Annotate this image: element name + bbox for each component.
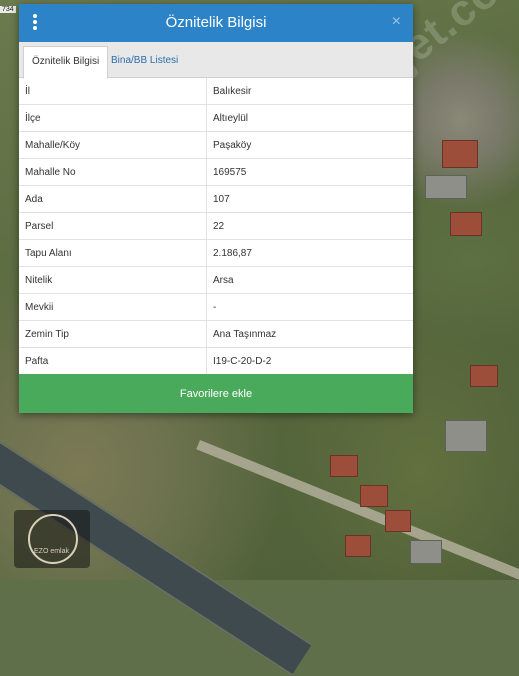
attribute-value: - — [206, 293, 413, 321]
attribute-key: Mahalle/Köy — [19, 131, 207, 159]
tab-attribute-info[interactable]: Öznitelik Bilgisi — [23, 46, 109, 79]
company-logo: EZO emlak — [14, 510, 90, 568]
map-building — [330, 455, 358, 477]
attribute-key: Zemin Tip — [19, 320, 207, 348]
table-row: Parsel 22 — [19, 212, 413, 240]
dialog-title: Öznitelik Bilgisi — [165, 14, 267, 31]
map-scale-label: 734 — [0, 6, 16, 13]
map-building — [385, 510, 411, 532]
attribute-key: İlçe — [19, 104, 207, 132]
table-row: İlçe Altıeylül — [19, 104, 413, 132]
attribute-key: Parsel — [19, 212, 207, 240]
table-row: Ada 107 — [19, 185, 413, 213]
attribute-key: Tapu Alanı — [19, 239, 207, 267]
attribute-value: Paşaköy — [206, 131, 413, 159]
attribute-value: 107 — [206, 185, 413, 213]
attribute-key: Mahalle No — [19, 158, 207, 186]
table-row: Mahalle No 169575 — [19, 158, 413, 186]
attribute-value: I19-C-20-D-2 — [206, 347, 413, 375]
map-building — [445, 420, 487, 452]
attribute-key: İl — [19, 78, 207, 105]
table-row: Tapu Alanı 2.186,87 — [19, 239, 413, 267]
table-row: İl Balıkesir — [19, 78, 413, 105]
map-building — [345, 535, 371, 557]
attribute-value: Arsa — [206, 266, 413, 294]
dialog-header: Öznitelik Bilgisi × — [19, 4, 413, 42]
map-building — [410, 540, 442, 564]
table-row: Mevkii - — [19, 293, 413, 321]
map-building — [470, 365, 498, 387]
table-row: Zemin Tip Ana Taşınmaz — [19, 320, 413, 348]
attribute-value: 2.186,87 — [206, 239, 413, 267]
table-row: Mahalle/Köy Paşaköy — [19, 131, 413, 159]
table-row: Nitelik Arsa — [19, 266, 413, 294]
dialog-tabs: Öznitelik Bilgisi Bina/BB Listesi — [19, 42, 413, 79]
map-building — [425, 175, 467, 199]
table-row: Pafta I19-C-20-D-2 — [19, 347, 413, 375]
close-icon[interactable]: × — [392, 13, 401, 31]
add-to-favorites-button[interactable]: Favorilere ekle — [19, 374, 413, 413]
map-building — [450, 212, 482, 236]
logo-ring — [28, 514, 78, 564]
attribute-key: Mevkii — [19, 293, 207, 321]
attribute-key: Pafta — [19, 347, 207, 375]
tab-building-list[interactable]: Bina/BB Listesi — [103, 46, 186, 77]
attribute-info-dialog: Öznitelik Bilgisi × Öznitelik Bilgisi Bi… — [19, 4, 413, 413]
attribute-value: Ana Taşınmaz — [206, 320, 413, 348]
attribute-table: İl Balıkesir İlçe Altıeylül Mahalle/Köy Paşak… — [19, 78, 413, 375]
attribute-key: Ada — [19, 185, 207, 213]
attribute-key: Nitelik — [19, 266, 207, 294]
map-building — [360, 485, 388, 507]
attribute-value: 169575 — [206, 158, 413, 186]
map-building — [442, 140, 478, 168]
attribute-value: Balıkesir — [206, 78, 413, 105]
logo-text: EZO emlak — [34, 548, 70, 555]
attribute-value: Altıeylül — [206, 104, 413, 132]
attribute-value: 22 — [206, 212, 413, 240]
